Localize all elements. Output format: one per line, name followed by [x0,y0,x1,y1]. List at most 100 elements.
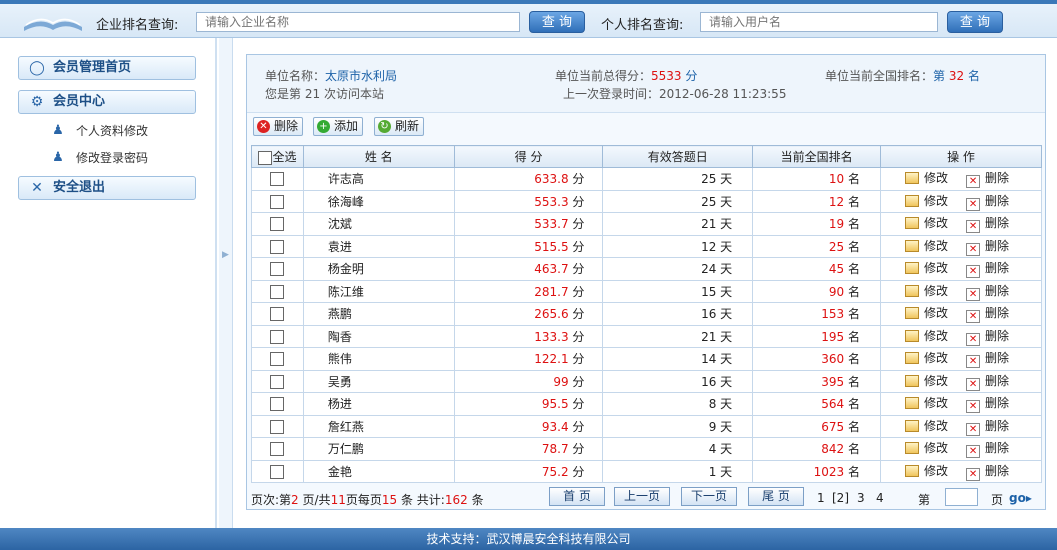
row-checkbox-cell[interactable] [251,324,304,348]
member-name: 沈斌 [302,212,455,236]
edit-button[interactable]: 修改 [905,237,948,254]
delete-row-button[interactable]: ✕ 删除 [966,237,1009,256]
member-days: 9 天 [602,414,754,438]
company-query-button[interactable]: 查 询 [529,11,585,33]
delete-icon: ✕ [966,287,981,301]
page-link-3[interactable]: 3 [857,491,865,505]
top-strip [0,0,1057,4]
table-row: 徐海峰 553.3 分 25 天 12 名 修改 ✕ 删除 [251,189,1042,213]
edit-button[interactable]: 修改 [905,349,948,366]
row-checkbox[interactable] [270,194,285,209]
person-search-input[interactable] [700,12,938,32]
edit-button[interactable]: 修改 [905,417,948,434]
delete-row-button[interactable]: ✕ 删除 [966,169,1009,189]
delete-row-button[interactable]: ✕ 删除 [966,327,1009,346]
footer: 技术支持：武汉博晨安全科技有限公司 [0,528,1057,550]
row-checkbox[interactable] [270,172,285,186]
delete-row-button[interactable]: ✕ 删除 [966,214,1009,234]
company-search-input[interactable] [196,12,520,32]
row-checkbox-cell[interactable] [251,167,304,191]
delete-row-button[interactable]: ✕ 删除 [966,439,1009,459]
prev-page-button[interactable]: 上一页 [614,487,670,506]
next-page-button[interactable]: 下一页 [681,487,737,506]
nav-change-password[interactable]: ♟ 修改登录密码 [50,150,148,166]
page-link-1[interactable]: 1 [817,491,825,505]
edit-button[interactable]: 修改 [905,327,948,344]
edit-button[interactable]: 修改 [905,394,948,411]
row-checkbox[interactable] [270,329,285,344]
row-checkbox[interactable] [270,464,285,479]
member-score: 463.7 分 [453,257,604,281]
edit-icon [905,374,920,387]
row-checkbox-cell[interactable] [251,234,304,258]
row-checkbox[interactable] [270,262,285,276]
row-checkbox-cell[interactable] [251,189,304,213]
sidebar-toggle[interactable]: ▶ [219,38,233,528]
member-days: 16 天 [602,369,754,393]
last-page-button[interactable]: 尾 页 [748,487,804,506]
row-checkbox[interactable] [270,284,285,299]
nav-member-center-label: 会员中心 [53,94,106,109]
row-checkbox-cell[interactable] [251,257,304,281]
first-page-button[interactable]: 首 页 [549,487,605,506]
edit-button[interactable]: 修改 [905,169,948,186]
row-checkbox-cell[interactable] [251,369,304,393]
go-button[interactable]: go▸ [1009,491,1032,505]
delete-row-button[interactable]: ✕ 删除 [966,304,1009,324]
member-name: 熊伟 [302,347,455,371]
nav-member-home[interactable]: ◯ 会员管理首页 [18,56,196,80]
edit-button[interactable]: 修改 [905,439,948,456]
row-checkbox[interactable] [270,374,285,389]
member-days: 25 天 [602,167,754,191]
table-row: 杨金明 463.7 分 24 天 45 名 修改 ✕ 删除 [251,257,1042,281]
delete-row-button[interactable]: ✕ 删除 [966,372,1009,391]
page-link-2[interactable]: [2] [832,491,849,505]
edit-button[interactable]: 修改 [905,304,948,321]
page-link-4[interactable]: 4 [876,491,884,505]
delete-row-button[interactable]: ✕ 删除 [966,349,1009,369]
add-button[interactable]: + 添加 [313,117,364,136]
row-checkbox[interactable] [270,217,285,231]
table-row: 杨进 95.5 分8 天 564 名 修改 ✕ 删除 [251,392,1042,416]
delete-row-button[interactable]: ✕ 删除 [966,394,1009,414]
edit-button[interactable]: 修改 [905,192,948,209]
row-checkbox[interactable] [270,397,285,411]
edit-button[interactable]: 修改 [905,462,948,479]
edit-button[interactable]: 修改 [905,259,948,276]
row-checkbox-cell[interactable] [251,347,304,371]
refresh-button[interactable]: ↻ 刷新 [374,117,425,136]
row-checkbox[interactable] [270,419,285,434]
edit-button[interactable]: 修改 [905,372,948,389]
delete-row-button[interactable]: ✕ 删除 [966,282,1009,301]
row-checkbox-cell[interactable] [251,212,304,236]
delete-row-button[interactable]: ✕ 删除 [966,192,1009,211]
delete-row-button[interactable]: ✕ 删除 [966,259,1009,279]
delete-row-button[interactable]: ✕ 删除 [966,462,1009,481]
edit-button[interactable]: 修改 [905,282,948,299]
nav-member-center[interactable]: ⚙ 会员中心 [18,90,196,114]
member-name: 杨金明 [302,257,455,281]
member-name: 詹红燕 [302,414,455,438]
rank-header: 当前全国排名 [752,145,882,168]
delete-icon: ✕ [257,120,270,133]
row-checkbox[interactable] [270,352,285,366]
row-checkbox-cell[interactable] [251,302,304,326]
row-checkbox-cell[interactable] [251,414,304,438]
nav-profile-edit[interactable]: ♟ 个人资料修改 [50,123,148,139]
row-checkbox-cell[interactable] [251,459,304,483]
select-all-checkbox[interactable] [258,150,273,165]
row-checkbox[interactable] [270,442,285,456]
person-query-button[interactable]: 查 询 [947,11,1003,33]
edit-button[interactable]: 修改 [905,214,948,231]
select-all-header[interactable]: 全选 [251,145,304,168]
nav-logout[interactable]: ✕ 安全退出 [18,176,196,200]
delete-button[interactable]: ✕ 删除 [253,117,304,136]
row-checkbox-cell[interactable] [251,437,304,461]
member-score: 75.2 分 [453,459,604,483]
goto-page-input[interactable] [945,488,978,506]
row-checkbox[interactable] [270,239,285,254]
row-checkbox-cell[interactable] [251,392,304,416]
row-checkbox-cell[interactable] [251,279,304,303]
row-checkbox[interactable] [270,307,285,321]
delete-row-button[interactable]: ✕ 删除 [966,417,1009,436]
